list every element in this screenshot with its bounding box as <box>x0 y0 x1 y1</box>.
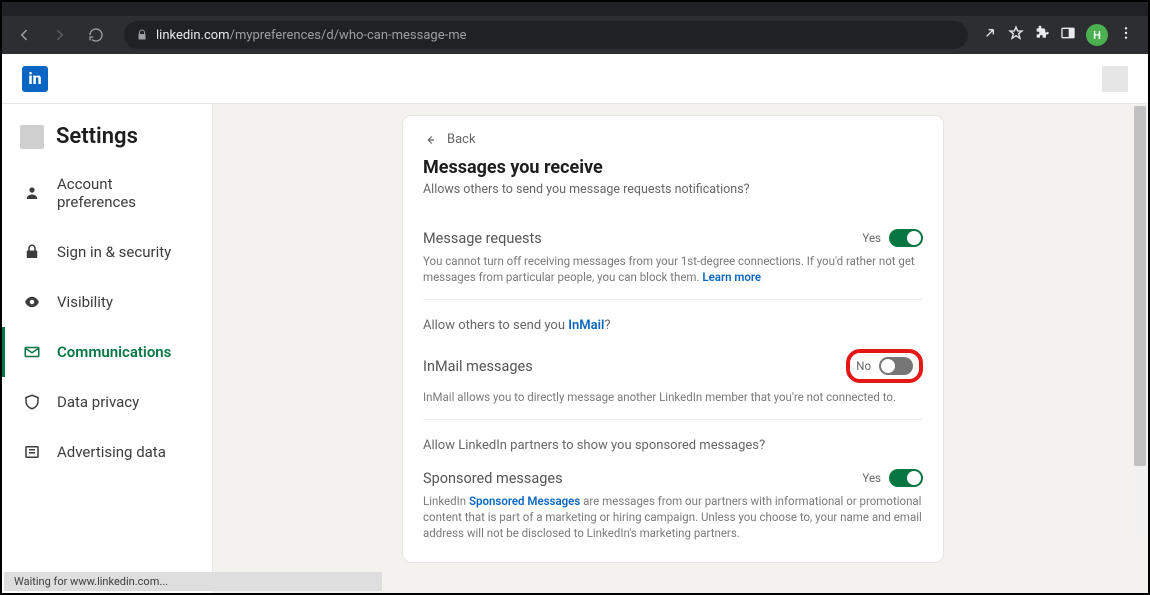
back-button[interactable]: Back <box>423 132 923 147</box>
browser-refresh-button[interactable] <box>82 21 110 49</box>
page-subtitle: Allows others to send you message reques… <box>423 182 923 197</box>
sidebar-item-label: Data privacy <box>57 393 139 411</box>
share-icon[interactable] <box>982 25 998 45</box>
settings-card: Back Messages you receive Allows others … <box>403 116 943 562</box>
page-title: Messages you receive <box>423 157 923 178</box>
sidebar-item-label: Advertising data <box>57 443 166 461</box>
sponsored-messages-link[interactable]: Sponsored Messages <box>469 494 580 508</box>
newspaper-icon <box>23 443 41 461</box>
inmail-prompt: Allow others to send you InMail? <box>423 310 923 339</box>
setting-label: Sponsored messages <box>423 470 563 487</box>
setting-inmail-messages: InMail messages No <box>423 339 923 389</box>
toggle-state-text: No <box>856 359 871 373</box>
main-content: Back Messages you receive Allows others … <box>213 104 1148 593</box>
sidebar-item-signin-security[interactable]: Sign in & security <box>2 227 212 277</box>
back-label: Back <box>447 132 476 147</box>
header-nav-placeholder <box>1102 66 1128 92</box>
panel-icon[interactable] <box>1060 25 1076 45</box>
sponsored-prompt: Allow LinkedIn partners to show you spon… <box>423 430 923 459</box>
url-host: linkedin.com <box>156 28 230 43</box>
eye-icon <box>23 293 41 311</box>
sidebar-item-advertising-data[interactable]: Advertising data <box>2 427 212 477</box>
help-text: LinkedIn Sponsored Messages are messages… <box>423 493 923 541</box>
toggle-message-requests[interactable] <box>889 229 923 247</box>
lock-icon <box>136 26 148 45</box>
browser-forward-button[interactable] <box>46 21 74 49</box>
inmail-link[interactable]: InMail <box>568 318 604 333</box>
sidebar-item-account-preferences[interactable]: Account preferences <box>2 159 212 227</box>
learn-more-link[interactable]: Learn more <box>702 270 761 284</box>
settings-heading: Settings <box>56 124 138 149</box>
browser-toolbar: linkedin.com/mypreferences/d/who-can-mes… <box>2 16 1148 54</box>
url-path: /mypreferences/d/who-can-message-me <box>230 28 467 43</box>
mail-icon <box>23 343 41 361</box>
toggle-sponsored-messages[interactable] <box>889 469 923 487</box>
toggle-inmail-messages[interactable] <box>879 357 913 375</box>
bookmark-icon[interactable] <box>1008 25 1024 45</box>
sidebar-item-label: Visibility <box>57 293 113 311</box>
lock-icon <box>23 243 41 261</box>
settings-title-icon <box>20 125 44 149</box>
linkedin-logo[interactable]: in <box>22 66 48 92</box>
sidebar-item-visibility[interactable]: Visibility <box>2 277 212 327</box>
scrollbar-thumb[interactable] <box>1134 106 1146 466</box>
sidebar-item-data-privacy[interactable]: Data privacy <box>2 377 212 427</box>
help-text: InMail allows you to directly message an… <box>423 389 923 420</box>
page-viewport: in Settings Account preferences Sign in … <box>2 54 1148 593</box>
extensions-icon[interactable] <box>1034 25 1050 45</box>
settings-sidebar: Settings Account preferences Sign in & s… <box>2 104 213 593</box>
help-text: You cannot turn off receiving messages f… <box>423 253 923 300</box>
user-icon <box>23 184 41 202</box>
browser-menu-icon[interactable] <box>1118 25 1134 45</box>
linkedin-header: in <box>2 54 1148 104</box>
sidebar-item-label: Account preferences <box>57 175 194 211</box>
setting-sponsored-messages: Sponsored messages Yes <box>423 459 923 493</box>
browser-address-bar[interactable]: linkedin.com/mypreferences/d/who-can-mes… <box>124 21 968 49</box>
browser-profile-avatar[interactable]: H <box>1086 24 1108 46</box>
toggle-state-text: Yes <box>862 231 881 245</box>
browser-back-button[interactable] <box>10 21 38 49</box>
sidebar-item-label: Sign in & security <box>57 243 171 261</box>
toggle-state-text: Yes <box>862 471 881 485</box>
sidebar-item-communications[interactable]: Communications <box>2 327 212 377</box>
setting-label: Message requests <box>423 230 542 247</box>
browser-status-bar: Waiting for www.linkedin.com... <box>4 572 382 591</box>
setting-message-requests: Message requests Yes <box>423 219 923 253</box>
sidebar-title: Settings <box>2 104 212 159</box>
sidebar-item-label: Communications <box>57 343 171 361</box>
scrollbar-track[interactable] <box>1134 106 1146 536</box>
setting-label: InMail messages <box>423 358 533 375</box>
highlight-box: No <box>846 349 923 383</box>
browser-tab-strip <box>2 2 1148 16</box>
shield-icon <box>23 393 41 411</box>
